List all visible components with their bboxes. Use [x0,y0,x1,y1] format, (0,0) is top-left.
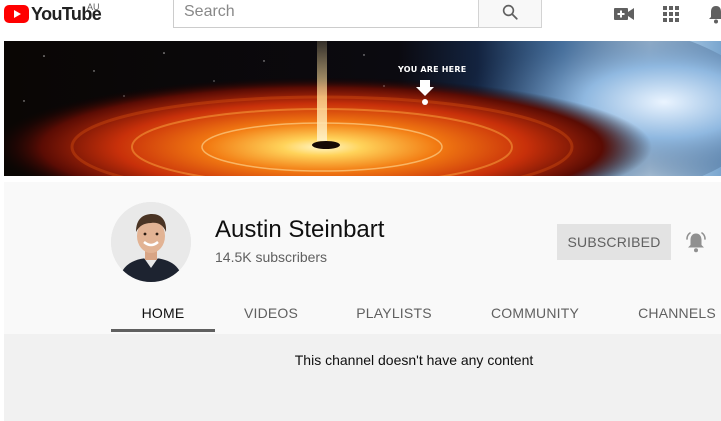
empty-content-message: This channel doesn't have any content [294,352,534,368]
tab-videos[interactable]: VIDEOS [226,291,316,334]
channel-tabs: HOME VIDEOS PLAYLISTS COMMUNITY CHANNELS [0,291,721,334]
search-input[interactable] [173,0,478,28]
channel-banner: YOU ARE HERE [4,41,721,176]
youtube-play-icon [4,5,29,23]
notification-bell-icon [686,232,706,253]
tab-channels[interactable]: CHANNELS [631,291,721,334]
tab-home[interactable]: HOME [111,291,215,334]
search-button[interactable] [478,0,542,28]
masthead: YouTube AU [0,0,721,36]
channel-avatar[interactable] [111,202,191,282]
subscriber-count: 14.5K subscribers [215,249,328,265]
region-code: AU [87,2,100,12]
subscribed-button[interactable]: SUBSCRIBED [557,224,671,260]
tab-community[interactable]: COMMUNITY [482,291,588,334]
banner-caption: YOU ARE HERE [398,65,467,74]
notifications-bell-icon [709,6,721,24]
apps-button[interactable] [659,2,683,26]
apps-grid-icon [663,6,679,22]
create-video-button[interactable] [612,2,636,26]
banner-artwork [4,41,721,176]
search-box [173,0,542,28]
channel-content: This channel doesn't have any content [4,334,721,421]
create-video-icon [614,8,634,20]
channel-notification-button[interactable] [683,229,709,255]
avatar-portrait [111,202,191,282]
notifications-button[interactable] [704,2,721,26]
channel-name: Austin Steinbart [215,216,385,243]
search-icon [502,4,518,20]
tab-playlists[interactable]: PLAYLISTS [344,291,444,334]
active-tab-indicator [111,329,215,332]
